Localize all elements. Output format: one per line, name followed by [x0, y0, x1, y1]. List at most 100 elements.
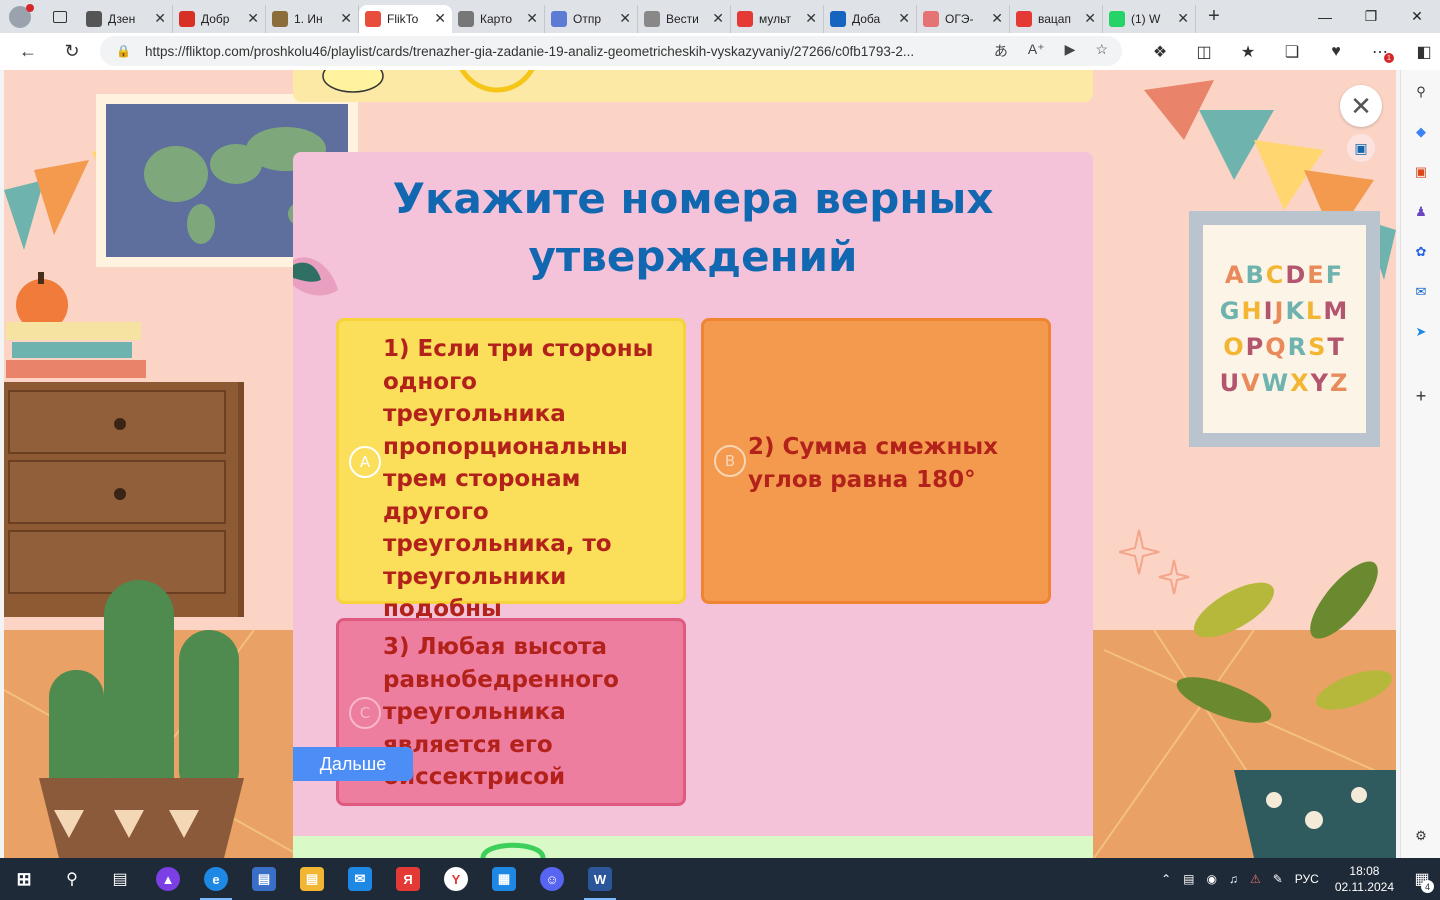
- add-sidebar-app-icon[interactable]: +: [1409, 384, 1433, 408]
- drawer: [8, 460, 226, 524]
- option-text-a: 1) Если три стороны одного треугольника …: [383, 336, 654, 622]
- translate-icon[interactable]: あ: [994, 41, 1008, 61]
- yandex-browser-icon[interactable]: Y: [432, 858, 480, 900]
- edge-taskbar-icon[interactable]: e: [192, 858, 240, 900]
- tab-close-icon[interactable]: ✕: [898, 10, 910, 27]
- next-button[interactable]: Дальше: [293, 747, 413, 781]
- back-button[interactable]: ←: [6, 33, 50, 70]
- language-indicator[interactable]: РУС: [1295, 872, 1319, 886]
- alphabet-letter: Q: [1265, 333, 1288, 361]
- clock-time: 18:08: [1349, 864, 1380, 878]
- shopping-tag-icon[interactable]: ◆: [1409, 120, 1433, 144]
- word-app-icon[interactable]: W: [576, 858, 624, 900]
- tray-overflow-icon[interactable]: ⌃: [1161, 872, 1171, 886]
- tab-close-icon[interactable]: ✕: [1084, 10, 1096, 27]
- outlook-icon[interactable]: ✉: [1409, 280, 1433, 304]
- start-button[interactable]: ⊞: [0, 858, 48, 900]
- tab-close-icon[interactable]: ✕: [805, 10, 817, 27]
- navigation-bar: ← ↻ 🔒 https://fliktop.com/proshkolu46/pl…: [0, 33, 1440, 70]
- tab-close-icon[interactable]: ✕: [154, 10, 166, 27]
- browser-tab[interactable]: Карто ✕: [452, 4, 545, 33]
- favorite-star-icon[interactable]: ☆: [1095, 41, 1108, 61]
- edge-sidebar: ⚲ ◆ ▣ ♟ ✿ ✉ ➤ + ⚙: [1400, 70, 1440, 858]
- security-icon[interactable]: ⚠: [1250, 872, 1261, 886]
- mail-app-icon[interactable]: ✉: [336, 858, 384, 900]
- split-screen-icon[interactable]: ◫: [1182, 33, 1226, 70]
- tab-title: (1) W: [1131, 11, 1161, 26]
- new-tab-button[interactable]: +: [1196, 5, 1232, 28]
- answer-option-b[interactable]: B 2) Сумма смежных углов равна 180°: [701, 318, 1051, 604]
- refresh-button[interactable]: ↻: [50, 33, 94, 70]
- alphabet-rows: ABCDEF GHIJKLM OPQRST UVWXYZ: [1203, 225, 1366, 433]
- browser-tab[interactable]: Добр ✕: [173, 4, 266, 33]
- browser-tab[interactable]: Дзен ✕: [80, 4, 173, 33]
- browser-tab[interactable]: Вести ✕: [638, 4, 731, 33]
- tab-title: вацап: [1038, 11, 1071, 26]
- media-icon[interactable]: ▶: [1065, 41, 1076, 61]
- file-explorer-icon[interactable]: ▤: [288, 858, 336, 900]
- tab-close-icon[interactable]: ✕: [712, 10, 724, 27]
- tab-close-icon[interactable]: ✕: [991, 10, 1003, 27]
- discord-app-icon[interactable]: ☺: [528, 858, 576, 900]
- browser-tab[interactable]: FlikTo ✕: [359, 4, 452, 33]
- extensions-icon[interactable]: ❖: [1138, 33, 1182, 70]
- close-icon[interactable]: ✕: [1340, 85, 1382, 127]
- copilot-icon[interactable]: ✿: [1409, 240, 1433, 264]
- alphabet-letter: S: [1308, 333, 1328, 361]
- clock[interactable]: 18:08 02.11.2024: [1335, 863, 1394, 895]
- alice-assistant-icon[interactable]: ▲: [144, 858, 192, 900]
- task-view-icon[interactable]: ▤: [96, 858, 144, 900]
- browser-tab[interactable]: 1. Ин ✕: [266, 4, 359, 33]
- games-icon[interactable]: ♟: [1409, 200, 1433, 224]
- more-menu-icon[interactable]: ⋯ 1: [1358, 33, 1402, 70]
- alphabet-letter: W: [1261, 369, 1291, 397]
- store-app-icon[interactable]: ▦: [480, 858, 528, 900]
- send-icon[interactable]: ➤: [1409, 320, 1433, 344]
- browser-tab[interactable]: мульт ✕: [731, 4, 824, 33]
- close-window-button[interactable]: ✕: [1394, 0, 1440, 33]
- browser-tab[interactable]: Доба ✕: [824, 4, 917, 33]
- favorites-icon[interactable]: ★: [1226, 33, 1270, 70]
- volume-icon[interactable]: ♫: [1229, 872, 1238, 886]
- browser-tab[interactable]: ОГЭ- ✕: [917, 4, 1010, 33]
- restore-button[interactable]: ❐: [1348, 0, 1394, 33]
- news-app-icon[interactable]: ▤: [240, 858, 288, 900]
- clock-date: 02.11.2024: [1334, 880, 1394, 894]
- gmail-icon: [179, 10, 195, 27]
- tab-close-icon[interactable]: ✕: [526, 10, 538, 27]
- network-icon[interactable]: ▤: [1183, 872, 1194, 886]
- search-icon[interactable]: ⚲: [48, 858, 96, 900]
- browser-tab[interactable]: (1) W ✕: [1103, 4, 1196, 33]
- window-controls: — ❐ ✕: [1302, 0, 1440, 33]
- tab-close-icon[interactable]: ✕: [340, 10, 352, 27]
- tab-close-icon[interactable]: ✕: [247, 10, 259, 27]
- collections-icon[interactable]: ❏: [1270, 33, 1314, 70]
- minimize-button[interactable]: —: [1302, 0, 1348, 33]
- read-aloud-icon[interactable]: A⁺: [1028, 41, 1045, 61]
- browser-tab[interactable]: вацап ✕: [1010, 4, 1103, 33]
- browser-tab[interactable]: Отпр ✕: [545, 4, 638, 33]
- url-text: https://fliktop.com/proshkolu46/playlist…: [144, 43, 915, 59]
- tools-icon[interactable]: ▣: [1409, 160, 1433, 184]
- lock-icon[interactable]: 🔒: [116, 44, 131, 58]
- browser-essentials-icon[interactable]: ♥: [1314, 33, 1358, 70]
- address-bar[interactable]: 🔒 https://fliktop.com/proshkolu46/playli…: [100, 36, 1122, 66]
- answer-option-a[interactable]: A 1) Если три стороны одного треугольник…: [336, 318, 686, 622]
- yandex-icon: Я: [396, 867, 420, 891]
- settings-gear-icon[interactable]: ⚙: [1409, 824, 1433, 848]
- profile-button[interactable]: [0, 0, 40, 33]
- yandex-app-icon[interactable]: Я: [384, 858, 432, 900]
- notifications-button[interactable]: ▦ 4: [1404, 858, 1440, 900]
- tab-actions-button[interactable]: [40, 0, 80, 33]
- folder-icon: ▤: [300, 867, 324, 891]
- cactus-decoration: [39, 580, 244, 858]
- focus-mode-icon[interactable]: ▣: [1347, 134, 1375, 162]
- webcam-icon[interactable]: ◉: [1206, 872, 1216, 886]
- sidebar-toggle-icon[interactable]: ◧: [1402, 33, 1440, 70]
- tab-close-icon[interactable]: ✕: [619, 10, 631, 27]
- search-icon[interactable]: ⚲: [1409, 80, 1433, 104]
- document-icon: [272, 10, 288, 27]
- pen-icon[interactable]: ✎: [1273, 872, 1283, 886]
- tab-close-icon[interactable]: ✕: [434, 10, 446, 27]
- tab-close-icon[interactable]: ✕: [1177, 10, 1189, 27]
